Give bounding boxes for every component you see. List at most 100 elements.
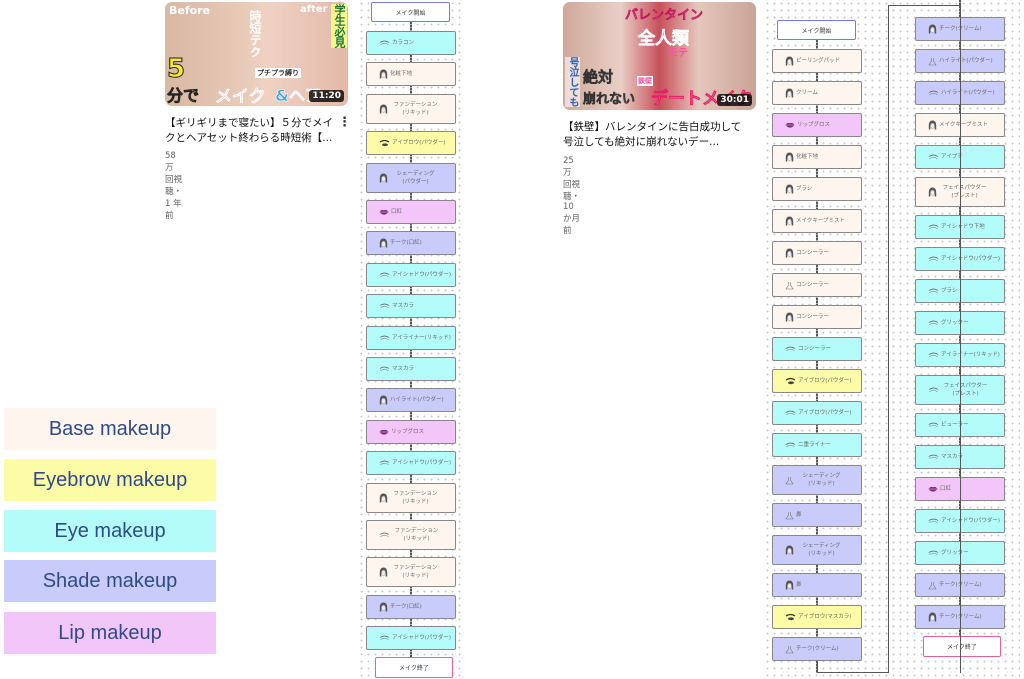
video-title[interactable]: 【ギリギリまで寝たい】５分でメイクとヘアセット終わらる時短術【...: [165, 116, 335, 146]
flow-step-node[interactable]: コンシーラー: [772, 241, 862, 265]
lip-icon: [373, 209, 389, 215]
face-icon: [779, 248, 794, 258]
face-icon: [373, 173, 388, 183]
flow-step-node[interactable]: コンシーラー: [772, 273, 862, 297]
eye-icon: [373, 635, 390, 641]
flow-step-label: アイブロウ(パウダー): [798, 378, 852, 384]
flask-icon: [779, 645, 794, 654]
flow-step-node[interactable]: 口紅: [366, 200, 456, 224]
flow-step-node[interactable]: 二重ライナー: [772, 433, 862, 457]
brow-icon: [373, 139, 390, 147]
flow-step-node[interactable]: 化粧下地: [366, 62, 456, 87]
face-icon: [373, 567, 388, 577]
flow-start-node[interactable]: メイク開始: [777, 20, 856, 40]
face-icon: [779, 545, 794, 555]
flow-step-label: ファンデーション (リキッド): [394, 528, 439, 542]
flow-step-label: リップグロス: [797, 122, 831, 128]
face-icon: [373, 602, 388, 612]
connector-wire: [960, 5, 961, 17]
eye-icon: [779, 410, 796, 416]
flow-step-node[interactable]: マスカラ: [366, 294, 456, 319]
thumb-text: 崩れない: [583, 92, 636, 108]
flow-step-node[interactable]: リップグロス: [772, 113, 862, 137]
flow-end-node[interactable]: メイク終了: [375, 657, 453, 678]
flask-icon: [779, 511, 794, 520]
flow-step-label: 鼻: [796, 582, 802, 588]
thumb-text: 分で: [167, 86, 200, 106]
face-icon: [373, 493, 388, 503]
flow-step-node[interactable]: メイクキープミスト: [772, 209, 862, 233]
flow-step-label: コンシーラー: [796, 314, 830, 320]
flow-step-label: 二重ライナー: [798, 442, 831, 448]
thumb-text: メイク: [215, 87, 266, 106]
flow-step-node[interactable]: ピーリングパッド: [772, 49, 862, 73]
flow-step-label: ハイライト(パウダー): [390, 397, 444, 404]
flow-step-node[interactable]: アイライナー(リキッド): [366, 325, 456, 350]
flow-step-label: マスカラ: [392, 303, 415, 310]
flow-step-node[interactable]: クリーム: [772, 81, 862, 105]
flow-step-label: コンシーラー: [798, 346, 832, 352]
flow-step-node[interactable]: シェーディング (パウダー): [366, 162, 456, 193]
flow-step-node[interactable]: アイブロウ(パウダー): [366, 131, 456, 156]
thumb-text: 学生必見: [331, 4, 347, 48]
face-icon: [779, 580, 794, 590]
flow-step-node[interactable]: ファンデーション (リキッド): [366, 557, 456, 588]
flow-step-node[interactable]: ブラシ: [772, 177, 862, 201]
video-thumbnail[interactable]: Before after 時短テク 学生必見 5 分で メイク &ヘア プチプラ…: [165, 2, 348, 106]
lip-icon: [779, 122, 795, 128]
flow-step-label: 鼻: [796, 512, 802, 518]
face-icon: [779, 216, 794, 226]
flow-step-label: カラコン: [392, 40, 415, 46]
flow-step-node[interactable]: コンシーラー: [772, 337, 862, 361]
face-icon: [373, 395, 388, 405]
thumb-text: 時短テク: [248, 10, 262, 58]
flow-step-node[interactable]: ハイライト(パウダー): [366, 388, 456, 413]
eye-icon: [779, 346, 796, 352]
flow-step-label: アイライナー(リキッド): [392, 334, 451, 341]
flow-step-node[interactable]: チーク(口紅): [366, 594, 456, 619]
flow-step-node[interactable]: チーク(クリーム): [772, 637, 862, 661]
flow-step-node[interactable]: 鼻: [772, 573, 862, 597]
flow-step-node[interactable]: チーク(口紅): [366, 231, 456, 256]
flow-step-node[interactable]: アイブロウ(パウダー): [772, 369, 862, 393]
flow-step-label: コンシーラー: [796, 250, 830, 256]
flow-step-label: 化粧下地: [796, 154, 819, 160]
flow-start-node[interactable]: メイク開始: [371, 2, 450, 22]
flow-step-label: アイシャドウ(パウダー): [392, 635, 452, 642]
thumb-text: 絶対: [583, 68, 614, 87]
video-title[interactable]: 【鉄壁】バレンタインに告白成功して号泣しても絶対に崩れないデー...: [563, 120, 743, 150]
flow-step-node[interactable]: マスカラ: [366, 357, 456, 381]
flow-step-label: リップグロス: [391, 428, 425, 435]
flow-step-node[interactable]: ファンデーション (リキッド): [366, 520, 456, 550]
flow-step-node[interactable]: ファンデーション (リキッド): [366, 93, 456, 124]
flow-step-node[interactable]: アイブロウ(パウダー): [772, 401, 862, 425]
eye-icon: [373, 40, 390, 46]
eye-icon: [373, 460, 390, 466]
flow-step-node[interactable]: コンシーラー: [772, 305, 862, 329]
flow-step-node[interactable]: アイシャドウ(パウダー): [366, 451, 456, 476]
flow-step-node[interactable]: 鼻: [772, 503, 862, 527]
flow-step-node[interactable]: 化粧下地: [772, 145, 862, 169]
legend-item-shade: Shade makeup: [4, 560, 216, 602]
face-icon: [373, 238, 388, 248]
eye-icon: [373, 335, 390, 341]
flow-step-node[interactable]: シェーディング (リキッド): [772, 535, 862, 565]
flow-step-node[interactable]: ファンデーション (リキッド): [366, 482, 456, 513]
eye-icon: [373, 272, 390, 278]
flow-step-node[interactable]: アイシャドウ(パウダー): [366, 626, 456, 651]
brow-icon: [779, 377, 796, 385]
flow-step-label: クリーム: [796, 90, 818, 96]
thumb-text: バレンタイン: [625, 8, 704, 24]
more-options-icon[interactable]: ⋮: [338, 115, 351, 130]
flask-icon: [779, 281, 794, 290]
video-thumbnail[interactable]: バレンタイン 全人類 モテ 号泣しても 絶対 崩れない 鉄壁 デートメイク 30…: [563, 2, 756, 110]
flow-step-label: シェーディング (パウダー): [396, 170, 435, 185]
legend-item-eye: Eye makeup: [4, 510, 216, 552]
flow-step-node[interactable]: シェーディング (リキッド): [772, 465, 862, 495]
flow-step-node[interactable]: アイシャドウ(パウダー): [366, 262, 456, 287]
flow-step-node[interactable]: カラコン: [366, 31, 456, 55]
flow-step-label: 口紅: [391, 209, 403, 215]
flow-step-node[interactable]: リップグロス: [366, 419, 456, 444]
eye-icon: [373, 532, 390, 538]
flow-step-node[interactable]: アイブロウ(マスカラ): [772, 605, 862, 629]
